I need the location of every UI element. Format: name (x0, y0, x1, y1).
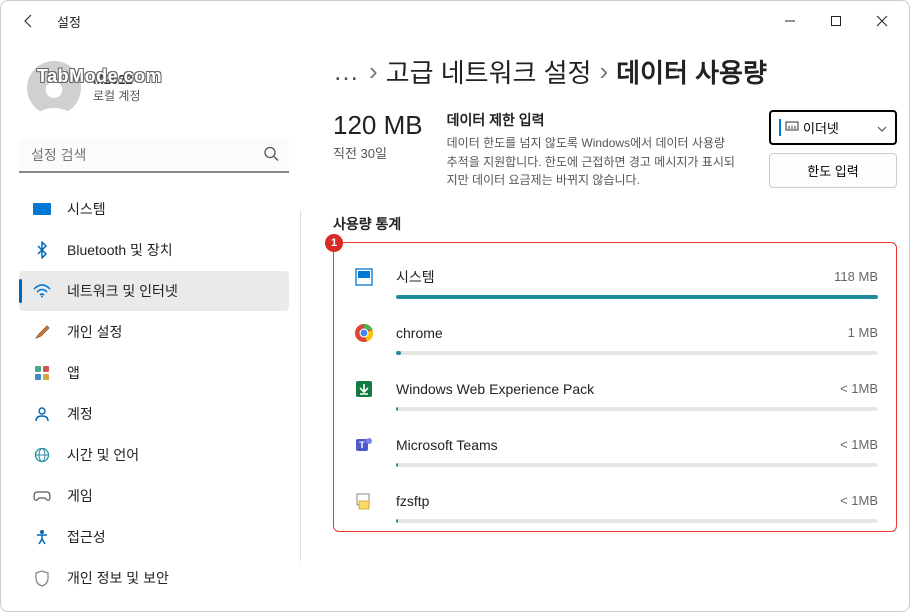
page-title: 데이터 사용량 (616, 53, 767, 90)
breadcrumb-ellipsis[interactable]: … (333, 56, 361, 87)
limit-desc: 데이터 한도를 넘지 않도록 Windows에서 데이터 사용량 추적을 지원합… (447, 134, 737, 190)
progress-bar (396, 351, 878, 355)
sidebar-item-network[interactable]: 네트워크 및 인터넷 (19, 271, 289, 311)
app-name: Microsoft Teams (396, 437, 498, 453)
stats-box: 1 시스템 118 MB chrome (333, 242, 897, 532)
app-usage: 118 MB (834, 269, 878, 284)
apps-icon (33, 364, 51, 382)
app-usage: 1 MB (848, 325, 878, 340)
sidebar-item-accessibility[interactable]: 접근성 (19, 517, 289, 557)
svg-text:T: T (359, 440, 365, 450)
network-dropdown[interactable]: 이더넷 (769, 110, 897, 145)
window-title: 설정 (57, 12, 81, 31)
sidebar-item-label: 계정 (67, 404, 93, 424)
app-name: Windows Web Experience Pack (396, 381, 594, 397)
ftp-icon (352, 489, 376, 513)
app-row[interactable]: 시스템 118 MB (334, 251, 896, 307)
progress-bar (396, 463, 878, 467)
chevron-down-icon (877, 120, 887, 135)
sidebar-item-gaming[interactable]: 게임 (19, 476, 289, 516)
controls: 이더넷 한도 입력 (769, 110, 897, 190)
ethernet-icon (779, 119, 799, 136)
stats-title: 사용량 통계 (333, 214, 897, 234)
sidebar-item-bluetooth[interactable]: Bluetooth 및 장치 (19, 230, 289, 270)
user-type: 로컬 계정 (93, 87, 141, 104)
chevron-right-icon: › (599, 56, 608, 87)
sidebar-item-label: 시간 및 언어 (67, 445, 139, 465)
progress-bar (396, 295, 878, 299)
sidebar-item-time-language[interactable]: 시간 및 언어 (19, 435, 289, 475)
sidebar-item-label: 접근성 (67, 527, 106, 547)
app-name: fzsftp (396, 493, 429, 509)
sidebar-item-label: 네트워크 및 인터넷 (67, 281, 178, 301)
app-row[interactable]: T Microsoft Teams < 1MB (334, 419, 896, 475)
sidebar-item-label: 개인 정보 및 보안 (67, 568, 169, 588)
chevron-right-icon: › (369, 56, 378, 87)
main-content: … › 고급 네트워크 설정 › 데이터 사용량 120 MB 직전 30일 데… (301, 41, 909, 611)
gamepad-icon (33, 487, 51, 505)
progress-bar (396, 519, 878, 523)
system-icon (33, 200, 51, 218)
progress-bar (396, 407, 878, 411)
download-icon (352, 377, 376, 401)
app-row[interactable]: chrome 1 MB (334, 307, 896, 363)
shield-icon (33, 569, 51, 587)
nav-list: 시스템 Bluetooth 및 장치 네트워크 및 인터넷 개인 설정 (19, 189, 289, 598)
minimize-button[interactable] (767, 5, 813, 37)
close-button[interactable] (859, 5, 905, 37)
breadcrumb-parent[interactable]: 고급 네트워크 설정 (386, 53, 592, 90)
sidebar-item-label: Bluetooth 및 장치 (67, 240, 173, 260)
search-box (19, 139, 289, 173)
system-app-icon (352, 265, 376, 289)
app-usage: < 1MB (840, 437, 878, 452)
data-header: 120 MB 직전 30일 데이터 제한 입력 데이터 한도를 넘지 않도록 W… (333, 110, 897, 190)
annotation-badge: 1 (325, 234, 343, 252)
back-button[interactable] (13, 5, 45, 37)
titlebar: 설정 (1, 1, 909, 41)
chrome-icon (352, 321, 376, 345)
brush-icon (33, 323, 51, 341)
sidebar-item-accounts[interactable]: 계정 (19, 394, 289, 434)
enter-limit-button[interactable]: 한도 입력 (769, 153, 897, 188)
app-row[interactable]: fzsftp < 1MB (334, 475, 896, 531)
breadcrumb: … › 고급 네트워크 설정 › 데이터 사용량 (333, 53, 897, 90)
limit-title: 데이터 제한 입력 (447, 110, 737, 130)
teams-icon: T (352, 433, 376, 457)
search-icon (263, 146, 279, 167)
maximize-button[interactable] (813, 5, 859, 37)
sidebar-item-label: 게임 (67, 486, 93, 506)
wifi-icon (33, 282, 51, 300)
sidebar-item-system[interactable]: 시스템 (19, 189, 289, 229)
watermark: TabMode.com (37, 66, 162, 87)
sidebar-item-personalization[interactable]: 개인 설정 (19, 312, 289, 352)
window-controls (767, 5, 905, 37)
app-name: chrome (396, 325, 443, 341)
sidebar-item-label: 시스템 (67, 199, 106, 219)
usage-amount: 120 MB (333, 110, 423, 141)
sidebar-item-label: 개인 설정 (67, 322, 122, 342)
app-usage: < 1MB (840, 493, 878, 508)
bluetooth-icon (33, 241, 51, 259)
usage-period: 직전 30일 (333, 143, 423, 162)
accessibility-icon (33, 528, 51, 546)
sidebar-item-privacy[interactable]: 개인 정보 및 보안 (19, 558, 289, 598)
limit-description: 데이터 제한 입력 데이터 한도를 넘지 않도록 Windows에서 데이터 사… (447, 110, 745, 190)
sidebar-item-apps[interactable]: 앱 (19, 353, 289, 393)
sidebar-item-label: 앱 (67, 363, 80, 383)
globe-icon (33, 446, 51, 464)
search-input[interactable] (19, 139, 289, 173)
app-row[interactable]: Windows Web Experience Pack < 1MB (334, 363, 896, 419)
dropdown-label: 이더넷 (803, 118, 839, 137)
app-name: 시스템 (396, 267, 435, 287)
person-icon (33, 405, 51, 423)
sidebar: TabMode.com M2022 로컬 계정 시스템 (1, 41, 301, 611)
app-usage: < 1MB (840, 381, 878, 396)
usage-summary: 120 MB 직전 30일 (333, 110, 423, 190)
